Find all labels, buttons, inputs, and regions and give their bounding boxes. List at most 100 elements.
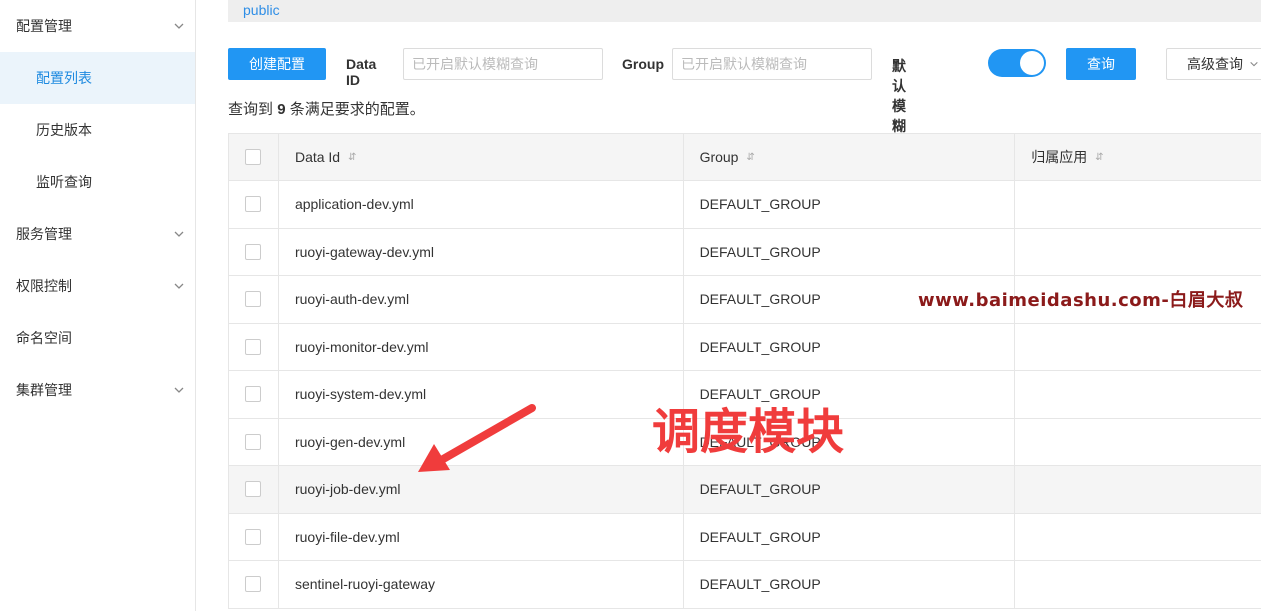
annotation-label: 调度模块: [652, 404, 845, 460]
query-button[interactable]: 查询: [1066, 48, 1136, 80]
row-checkbox[interactable]: [245, 386, 262, 403]
sidebar-item-label: 权限控制: [16, 278, 72, 294]
dataid-value: ruoyi-system-dev.yml: [294, 386, 427, 403]
sidebar-item-history[interactable]: 历史版本: [0, 104, 195, 156]
sidebar-item-label: 配置管理: [16, 18, 72, 34]
chevron-down-icon: [173, 384, 185, 396]
cell-group: DEFAULT_GROUP: [684, 466, 1016, 513]
row-checkbox[interactable]: [245, 481, 262, 498]
cell-app: [1015, 466, 1261, 513]
sidebar-item-label: 集群管理: [16, 382, 72, 398]
group-label: Group: [622, 56, 664, 72]
dataid-value: ruoyi-job-dev.yml: [294, 481, 401, 498]
sidebar-item-config-management[interactable]: 配置管理: [0, 0, 195, 52]
group-placeholder: 已开启默认模糊查询: [681, 56, 807, 72]
chevron-down-icon: [173, 20, 185, 32]
cell-group: DEFAULT_GROUP: [684, 181, 1016, 228]
dataid-value: sentinel-ruoyi-gateway: [294, 576, 436, 593]
header-group-label: Group: [699, 149, 739, 165]
sidebar-item-label: 监听查询: [36, 174, 92, 190]
sort-icon[interactable]: ⇵: [746, 152, 754, 163]
result-count: 9: [277, 101, 286, 118]
dataid-value: application-dev.yml: [294, 196, 414, 213]
header-group[interactable]: Group ⇵: [684, 134, 1016, 180]
result-prefix: 查询到: [228, 101, 274, 118]
row-select-cell: [229, 276, 279, 323]
row-select-cell: [229, 418, 279, 465]
sidebar-item-service-management[interactable]: 服务管理: [0, 208, 195, 260]
row-checkbox[interactable]: [245, 528, 262, 545]
toggle-knob: [1020, 51, 1044, 75]
cell-app: [1015, 229, 1261, 276]
cell-dataid: ruoyi-file-dev.yml: [279, 513, 684, 560]
row-select-cell: [229, 513, 279, 560]
row-select-cell: [229, 228, 279, 275]
sidebar-item-access-control[interactable]: 权限控制: [0, 260, 195, 312]
sort-icon[interactable]: ⇵: [1095, 152, 1103, 163]
header-app[interactable]: 归属应用 ⇵: [1015, 134, 1261, 180]
row-checkbox[interactable]: [245, 291, 262, 308]
cell-app: [1015, 181, 1261, 228]
group-value: DEFAULT_GROUP: [699, 291, 821, 308]
table-row[interactable]: sentinel-ruoyi-gateway DEFAULT_GROUP: [229, 561, 1261, 609]
sidebar-item-label: 命名空间: [16, 330, 72, 346]
sidebar-item-label: 服务管理: [16, 226, 72, 242]
table-header-row: Data Id ⇵ Group ⇵ 归属应用 ⇵: [229, 133, 1261, 181]
cell-group: DEFAULT_GROUP: [684, 561, 1016, 608]
row-checkbox[interactable]: [245, 243, 262, 260]
config-table: Data Id ⇵ Group ⇵ 归属应用 ⇵ application-dev.ym…: [228, 133, 1261, 609]
sidebar: 配置管理 配置列表 历史版本 监听查询 服务管理 权限控制 命名空间 集群管理: [0, 0, 196, 611]
namespace-tab-public[interactable]: public: [243, 2, 280, 18]
namespace-bar: public: [228, 0, 1261, 22]
group-value: DEFAULT_GROUP: [699, 481, 821, 498]
dataid-placeholder: 已开启默认模糊查询: [412, 56, 538, 72]
cell-dataid: ruoyi-auth-dev.yml: [279, 276, 684, 323]
chevron-down-icon: [173, 280, 185, 292]
result-summary: 查询到 9 条满足要求的配置。: [228, 98, 425, 119]
row-select-cell: [229, 371, 279, 418]
table-row[interactable]: ruoyi-job-dev.yml DEFAULT_GROUP: [229, 466, 1261, 514]
cell-app: [1015, 561, 1261, 608]
row-select-cell: [229, 561, 279, 608]
sidebar-item-config-list[interactable]: 配置列表: [0, 52, 195, 104]
row-select-cell: [229, 181, 279, 228]
fuzzy-match-toggle[interactable]: [988, 49, 1046, 77]
sort-icon[interactable]: ⇵: [348, 152, 356, 163]
dataid-search-input[interactable]: 已开启默认模糊查询: [403, 48, 603, 80]
header-app-label: 归属应用: [1031, 149, 1088, 165]
sidebar-item-namespace[interactable]: 命名空间: [0, 312, 195, 364]
row-checkbox[interactable]: [245, 576, 262, 593]
sidebar-item-cluster-management[interactable]: 集群管理: [0, 364, 195, 416]
cell-dataid: ruoyi-monitor-dev.yml: [279, 323, 684, 370]
table-row[interactable]: ruoyi-file-dev.yml DEFAULT_GROUP: [229, 513, 1261, 561]
cell-group: DEFAULT_GROUP: [684, 323, 1016, 370]
header-dataid-label: Data Id: [294, 149, 341, 165]
row-checkbox[interactable]: [245, 196, 262, 213]
sidebar-item-label: 历史版本: [36, 122, 92, 138]
dataid-value: ruoyi-gateway-dev.yml: [294, 243, 434, 260]
group-value: DEFAULT_GROUP: [699, 528, 821, 545]
group-search-input[interactable]: 已开启默认模糊查询: [672, 48, 872, 80]
table-row[interactable]: application-dev.yml DEFAULT_GROUP: [229, 181, 1261, 229]
row-checkbox[interactable]: [245, 338, 262, 355]
group-value: DEFAULT_GROUP: [699, 338, 821, 355]
advanced-query-label: 高级查询: [1187, 56, 1243, 72]
group-value: DEFAULT_GROUP: [699, 196, 821, 213]
cell-app: [1015, 514, 1261, 561]
dataid-value: ruoyi-gen-dev.yml: [294, 433, 406, 450]
group-value: DEFAULT_GROUP: [699, 243, 821, 260]
row-checkbox[interactable]: [245, 433, 262, 450]
sidebar-item-listener-query[interactable]: 监听查询: [0, 156, 195, 208]
cell-group: DEFAULT_GROUP: [684, 228, 1016, 275]
sidebar-item-label: 配置列表: [36, 70, 92, 86]
table-row[interactable]: ruoyi-monitor-dev.yml DEFAULT_GROUP: [229, 323, 1261, 371]
cell-dataid: application-dev.yml: [279, 181, 684, 228]
table-row[interactable]: ruoyi-gateway-dev.yml DEFAULT_GROUP: [229, 228, 1261, 276]
advanced-query-button[interactable]: 高级查询: [1166, 48, 1261, 80]
create-config-button[interactable]: 创建配置: [228, 48, 326, 80]
cell-app: [1015, 324, 1261, 371]
header-dataid[interactable]: Data Id ⇵: [279, 134, 684, 180]
chevron-down-icon: [1249, 56, 1259, 72]
result-suffix: 条满足要求的配置。: [289, 101, 425, 118]
select-all-checkbox[interactable]: [245, 149, 262, 165]
